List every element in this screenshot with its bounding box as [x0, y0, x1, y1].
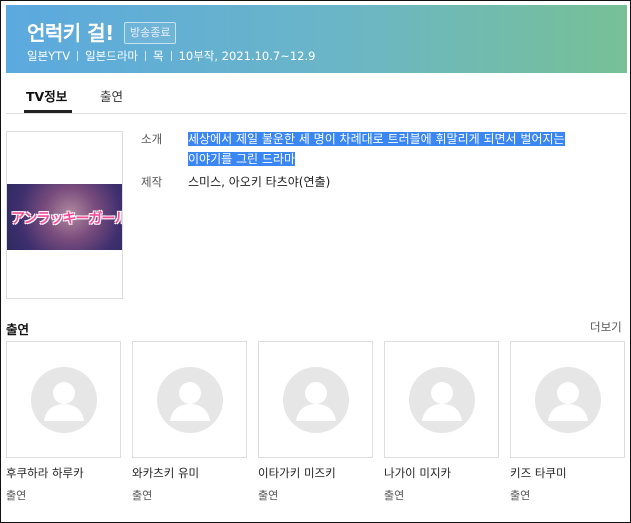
cast-name[interactable]: 이타가키 미즈키 — [258, 465, 373, 481]
meta-divider — [170, 51, 172, 61]
tab-bar: TV정보 출연 — [6, 73, 627, 114]
person-placeholder-icon — [31, 367, 97, 433]
more-link[interactable]: 더보기 — [590, 319, 622, 335]
cast-photo[interactable] — [6, 341, 121, 458]
poster-art: アンラッキーガール! — [7, 184, 122, 250]
meta-divider — [144, 51, 146, 61]
production-label: 제작 — [141, 175, 163, 189]
cast-role: 출연 — [384, 489, 405, 502]
tab-tv-info[interactable]: TV정보 — [26, 86, 67, 105]
meta-episodes: 10부작, 2021.10.7~12.9 — [178, 49, 316, 63]
production-value: 스미스, 아오키 타츠야(연출) — [188, 175, 331, 189]
cast-photo[interactable] — [510, 341, 625, 458]
cast-role: 출연 — [510, 489, 531, 502]
cast-role: 출연 — [258, 489, 279, 502]
poster-image[interactable]: アンラッキーガール! — [6, 131, 123, 299]
person-placeholder-icon — [283, 367, 349, 433]
active-tab-indicator — [24, 110, 72, 113]
cast-card[interactable]: 이타가키 미즈키 출연 — [258, 341, 373, 503]
cast-name[interactable]: 와카츠키 유미 — [132, 465, 247, 481]
tab-cast[interactable]: 출연 — [100, 86, 123, 105]
program-meta: 일본YTV 일본드라마 목 10부작, 2021.10.7~12.9 — [27, 48, 315, 64]
person-placeholder-icon — [409, 367, 475, 433]
cast-card[interactable]: 키즈 타쿠미 출연 — [510, 341, 625, 503]
cast-card[interactable]: 나가이 미지카 출연 — [384, 341, 499, 503]
cast-card[interactable]: 후쿠하라 하루카 출연 — [6, 341, 121, 503]
meta-genre[interactable]: 일본드라마 — [85, 49, 138, 63]
intro-text: 세상에서 제일 불운한 세 명이 차례대로 트러블에 휘말리게 되면서 벌어지는… — [188, 129, 608, 169]
person-placeholder-icon — [535, 367, 601, 433]
page-frame: 언럭키 걸! 방송종료 일본YTV 일본드라마 목 10부작, 2021.10.7~1… — [0, 0, 631, 523]
meta-day: 목 — [152, 49, 164, 63]
program-title: 언럭키 걸! — [27, 21, 114, 45]
cast-name[interactable]: 키즈 타쿠미 — [510, 465, 625, 481]
cast-heading: 출연 — [6, 322, 30, 337]
cast-name[interactable]: 후쿠하라 하루카 — [6, 465, 121, 481]
person-placeholder-icon — [157, 367, 223, 433]
cast-role: 출연 — [132, 489, 153, 502]
intro-line-1: 세상에서 제일 불운한 세 명이 차례대로 트러블에 휘말리게 되면서 벌어지는 — [188, 132, 565, 146]
intro-label: 소개 — [141, 132, 163, 146]
cast-photo[interactable] — [258, 341, 373, 458]
cast-photo[interactable] — [384, 341, 499, 458]
meta-channel[interactable]: 일본YTV — [27, 49, 70, 63]
poster-logo: アンラッキーガール! — [11, 211, 122, 227]
program-header: 언럭키 걸! 방송종료 일본YTV 일본드라마 목 10부작, 2021.10.7~1… — [6, 5, 627, 73]
meta-divider — [77, 51, 79, 61]
intro-line-2: 이야기를 그린 드라마 — [188, 152, 295, 166]
cast-photo[interactable] — [132, 341, 247, 458]
cast-role: 출연 — [6, 489, 27, 502]
status-badge: 방송종료 — [124, 22, 177, 44]
cast-name[interactable]: 나가이 미지카 — [384, 465, 499, 481]
cast-card[interactable]: 와카츠키 유미 출연 — [132, 341, 247, 503]
